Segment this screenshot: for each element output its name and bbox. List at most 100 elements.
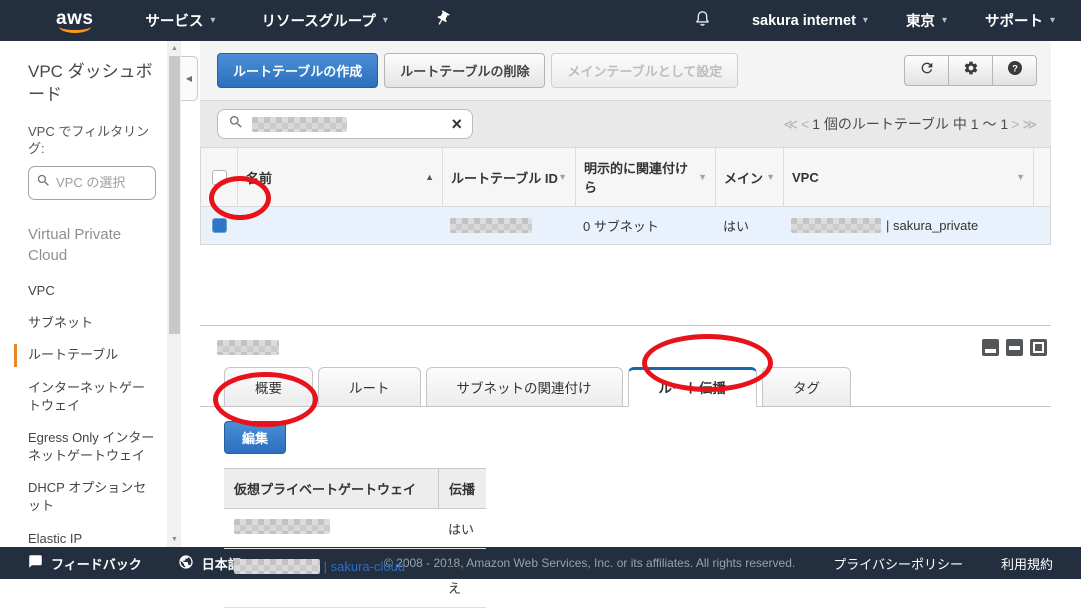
sort-ascending-icon: ▲ (425, 172, 434, 182)
chevron-down-icon: ▾ (942, 15, 947, 26)
detail-header (200, 326, 1051, 365)
vpc-select-input[interactable] (56, 175, 146, 190)
tab-route-propagation[interactable]: ルート伝播 (628, 367, 758, 407)
row-checkbox-cell (201, 207, 237, 244)
feedback-button[interactable]: フィードバック (28, 554, 142, 573)
tab-subnet-associations[interactable]: サブネットの関連付け (426, 367, 623, 407)
column-header-explicit-association[interactable]: 明示的に関連付けら ▼ (575, 148, 715, 206)
gateway-name-link[interactable]: | sakura-cloud (324, 559, 405, 574)
tab-routes[interactable]: ルート (318, 367, 421, 407)
table-row: はい (224, 509, 486, 549)
scroll-up-icon[interactable]: ▲ (167, 45, 182, 52)
redacted-search-value (252, 117, 347, 132)
detail-tabs: 概要 ルート サブネットの関連付け ルート伝播 タグ (200, 367, 1051, 407)
pane-split-icon[interactable] (1006, 339, 1023, 356)
main-panel: ◀ ルートテーブルの作成 ルートテーブルの削除 メインテーブルとして設定 (181, 41, 1081, 547)
sidebar-title: VPC ダッシュボード (28, 61, 158, 107)
pagination: ≪ < 1 個のルートテーブル 中 1 ～ 1 > ≫ (783, 114, 1037, 134)
search-input[interactable]: × (217, 109, 473, 139)
table-whitespace (200, 245, 1051, 325)
delete-route-table-button[interactable]: ルートテーブルの削除 (384, 53, 545, 88)
sidebar-item-vpc[interactable]: VPC (28, 282, 156, 300)
clear-search-icon[interactable]: × (451, 115, 462, 133)
gateway-cell: | sakura-cloud (224, 549, 438, 607)
scroll-down-icon[interactable]: ▼ (167, 536, 182, 543)
vpc-select-box[interactable] (28, 166, 156, 200)
settings-button[interactable] (948, 55, 993, 86)
select-all-checkbox[interactable] (212, 170, 227, 185)
tab-summary[interactable]: 概要 (224, 367, 313, 407)
last-page-icon: ≫ (1022, 116, 1037, 133)
toolbar-icon-group: ? (904, 55, 1037, 86)
sidebar-item-route-tables[interactable]: ルートテーブル (28, 346, 156, 364)
nav-account-menu[interactable]: sakura internet ▾ (752, 13, 868, 29)
chevron-down-icon: ▾ (863, 15, 868, 26)
nav-services-label: サービス (145, 10, 203, 31)
row-explicit-cell: 0 サブネット (575, 207, 715, 244)
propagation-cell: はい (438, 509, 486, 548)
row-route-table-id-cell (442, 207, 575, 244)
toolbar: ルートテーブルの作成 ルートテーブルの削除 メインテーブルとして設定 (200, 41, 1051, 100)
propagation-table-header: 仮想プライベートゲートウェイ 伝播 (224, 468, 486, 509)
next-page-icon: > (1011, 116, 1019, 132)
pane-maximize-icon[interactable] (1030, 339, 1047, 356)
edit-button[interactable]: 編集 (224, 421, 286, 454)
set-main-table-button: メインテーブルとして設定 (551, 53, 738, 88)
gateway-cell (224, 509, 438, 548)
page-body: VPC ダッシュボード VPC でフィルタリング: Virtual Privat… (0, 41, 1081, 547)
pane-minimize-icon[interactable] (982, 339, 999, 356)
redacted-vpc-id (791, 218, 881, 233)
sidebar-collapse-handle[interactable]: ◀ (181, 56, 198, 101)
sidebar-item-elastic-ip[interactable]: Elastic IP (28, 530, 156, 547)
column-header-empty (1033, 148, 1050, 206)
detail-panel: 概要 ルート サブネットの関連付け ルート伝播 タグ 編集 仮想プライベートゲー… (200, 325, 1051, 608)
globe-icon (178, 554, 194, 573)
nav-resource-groups-menu[interactable]: リソースグループ ▾ (261, 10, 387, 31)
nav-resource-groups-label: リソースグループ (261, 10, 375, 31)
redacted-route-table-id (450, 218, 532, 233)
column-header-virtual-private-gateway: 仮想プライベートゲートウェイ (224, 469, 438, 508)
redacted-detail-title (217, 340, 279, 355)
row-main-cell: はい (715, 207, 783, 244)
nav-services-menu[interactable]: サービス ▾ (145, 10, 215, 31)
nav-support-label: サポート (985, 10, 1043, 31)
aws-smile-icon (59, 26, 91, 33)
filter-bar: × ≪ < 1 個のルートテーブル 中 1 ～ 1 > ≫ (200, 100, 1051, 147)
column-header-propagation: 伝播 (438, 469, 486, 508)
sidebar-item-egress-only-gateways[interactable]: Egress Only インターネットゲートウェイ (28, 429, 156, 465)
aws-logo[interactable]: aws (56, 9, 93, 33)
table-row[interactable]: 0 サブネット はい | sakura_private (201, 206, 1050, 244)
sidebar-scrollbar[interactable]: ▲ ▼ (167, 41, 181, 547)
aws-logo-text: aws (56, 9, 93, 28)
sidebar-item-dhcp-option-sets[interactable]: DHCP オプションセット (28, 479, 156, 515)
column-header-route-table-id[interactable]: ルートテーブル ID ▼ (442, 148, 575, 206)
nav-support-menu[interactable]: サポート ▾ (985, 10, 1055, 31)
sidebar-item-internet-gateways[interactable]: インターネットゲートウェイ (28, 379, 156, 415)
help-icon: ? (1007, 60, 1023, 81)
propagation-table: 仮想プライベートゲートウェイ 伝播 はい | sakura-cloud (224, 468, 486, 608)
column-header-main[interactable]: メイン ▼ (715, 148, 783, 206)
vpc-name-suffix: | sakura_private (886, 218, 978, 233)
row-vpc-cell: | sakura_private (783, 207, 1033, 244)
refresh-button[interactable] (904, 55, 949, 86)
column-header-name[interactable]: 名前 ▲ (237, 148, 442, 206)
column-header-vpc[interactable]: VPC ▼ (783, 148, 1033, 206)
selected-row-checkbox[interactable] (212, 218, 227, 233)
nav-account-label: sakura internet (752, 13, 856, 29)
svg-text:?: ? (1012, 63, 1018, 74)
help-button[interactable]: ? (992, 55, 1037, 86)
pane-size-controls (982, 339, 1047, 356)
route-tables-table: 名前 ▲ ルートテーブル ID ▼ 明示的に関連付けら ▼ メイン ▼ (200, 147, 1051, 245)
notifications-button[interactable] (693, 9, 712, 33)
sidebar-item-subnets[interactable]: サブネット (28, 314, 156, 332)
tab-tags[interactable]: タグ (762, 367, 851, 407)
sidebar-section-title: Virtual Private Cloud (28, 224, 154, 266)
nav-region-menu[interactable]: 東京 ▾ (906, 10, 947, 31)
create-route-table-button[interactable]: ルートテーブルの作成 (217, 53, 378, 88)
chevron-down-icon: ▼ (558, 172, 567, 182)
pagination-summary: 1 個のルートテーブル 中 1 ～ 1 (812, 114, 1008, 134)
pin-shortcut-button[interactable] (434, 10, 451, 31)
scrollbar-thumb[interactable] (169, 56, 180, 334)
top-navbar: aws サービス ▾ リソースグループ ▾ sakura internet ▾ … (0, 0, 1081, 41)
refresh-icon (919, 60, 935, 81)
